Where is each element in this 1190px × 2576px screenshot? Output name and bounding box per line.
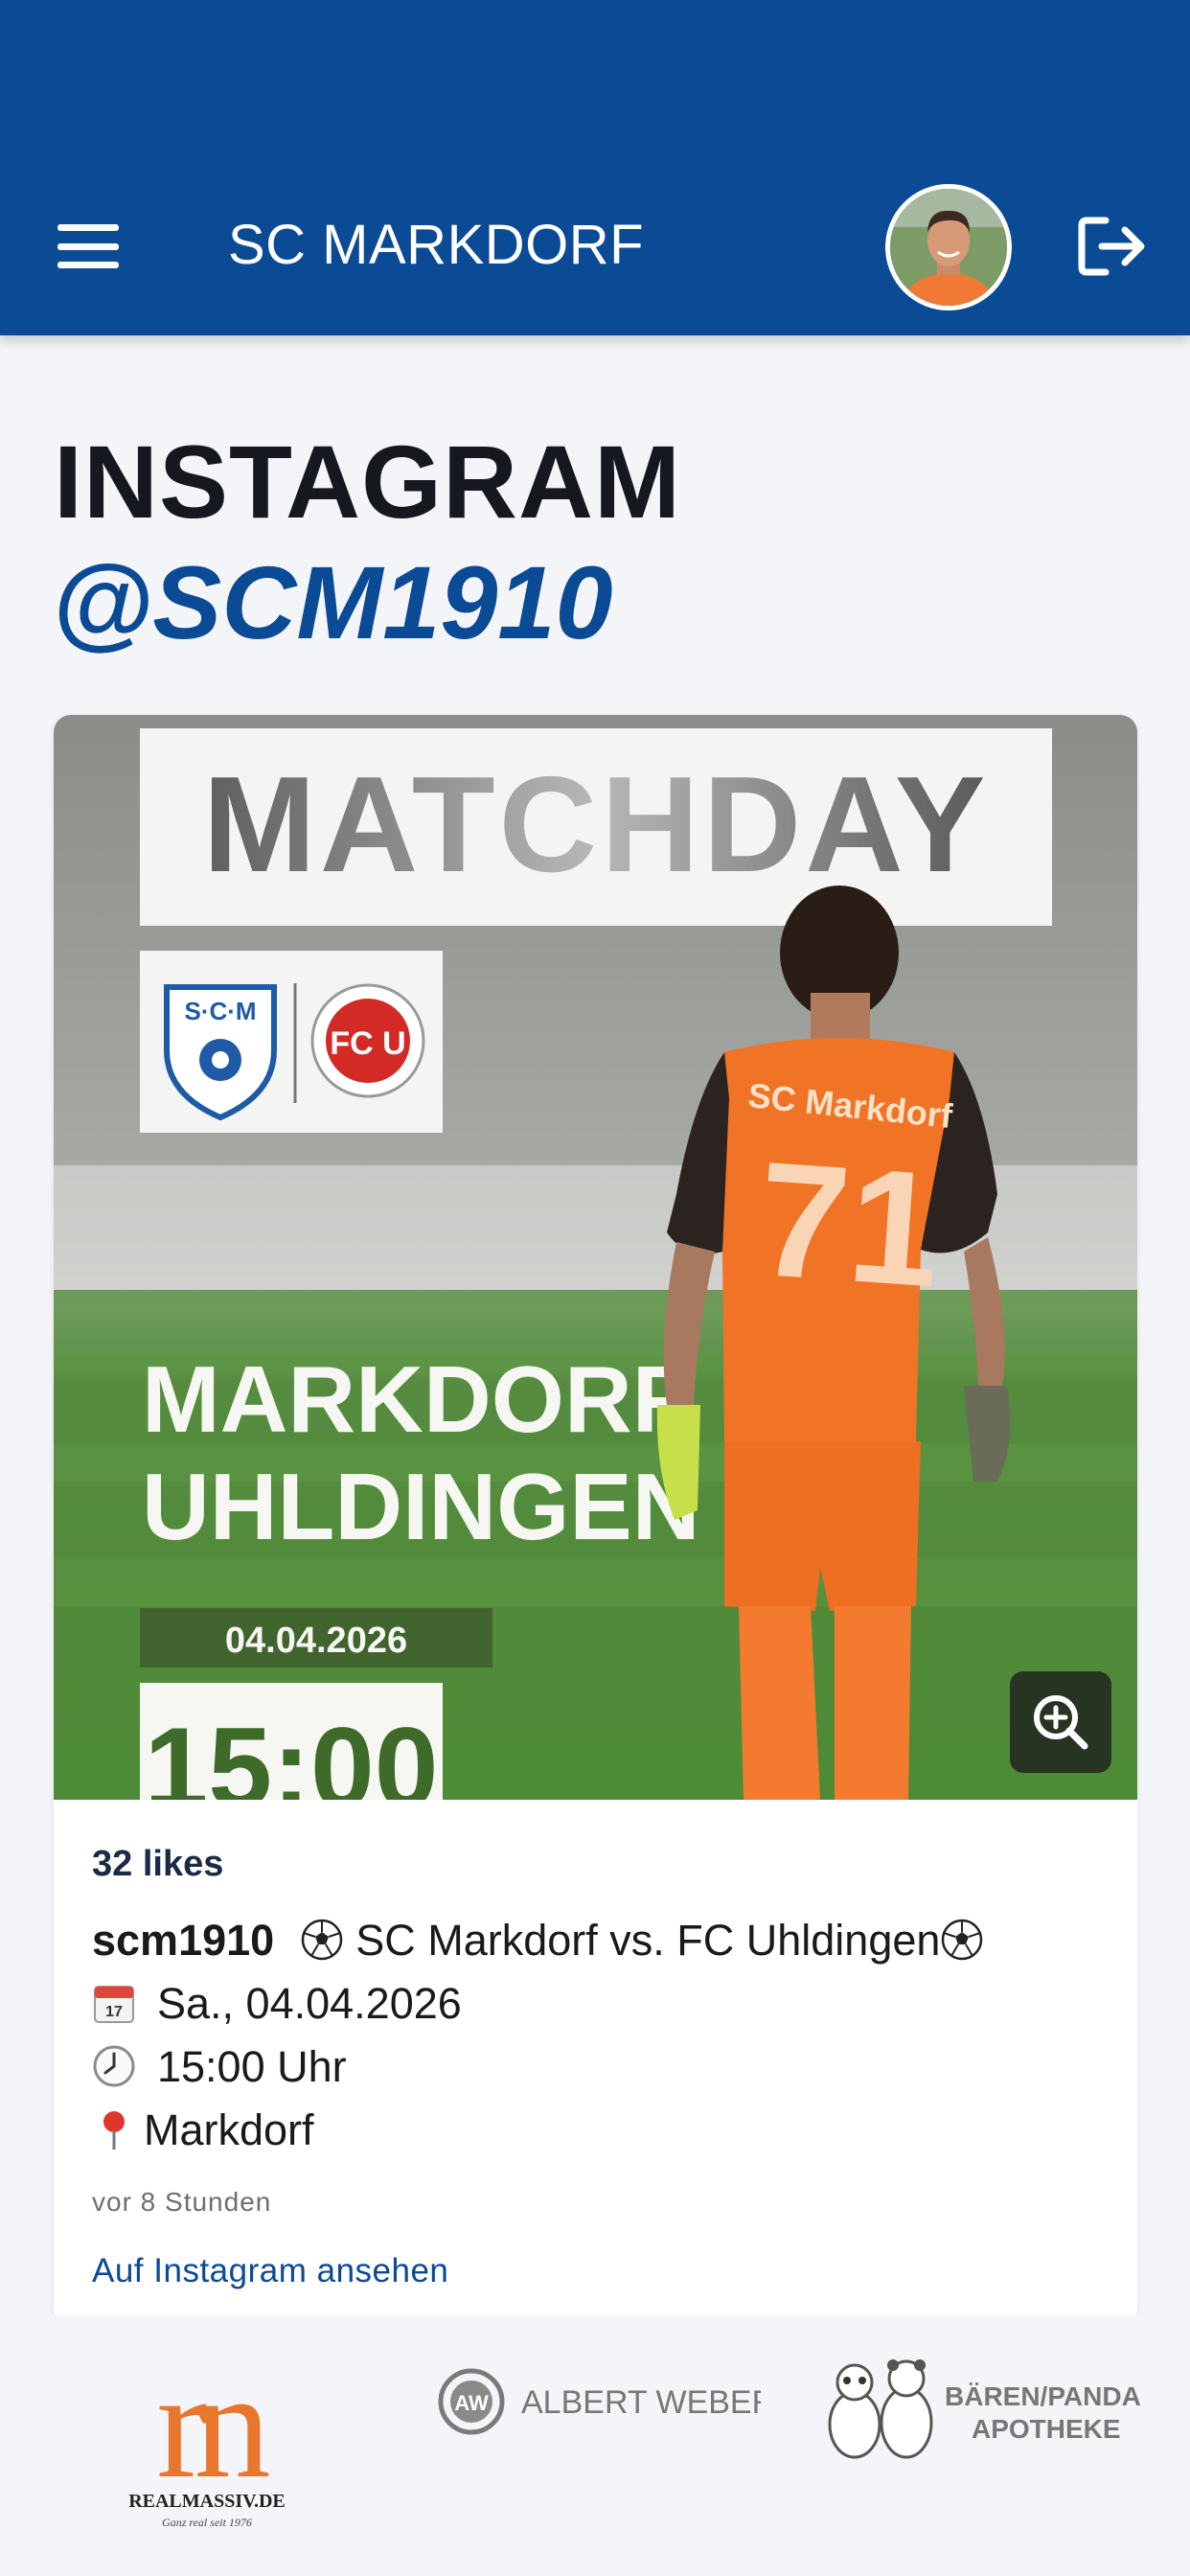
sponsor-albert-weber-name: ALBERT WEBER <box>521 2384 761 2421</box>
likes-count: 32 likes <box>92 1844 224 1884</box>
calendar-icon: 17 <box>92 1979 136 2023</box>
post-caption: scm1910 SC Markdorf vs. FC Uhldingen 17 … <box>92 1909 1108 2162</box>
sponsor-baeren-panda-line1: BÄREN/PANDA <box>945 2381 1141 2411</box>
sponsor-realmassiv-tagline: Ganz real seit 1976 <box>162 2516 252 2529</box>
caption-location-line: Markdorf <box>92 2099 1108 2162</box>
app-title: SC MARKDORF <box>228 214 645 276</box>
post-username: scm1910 <box>92 1916 275 1965</box>
location-pin-icon <box>92 2105 136 2150</box>
instagram-handle: @SCM1910 <box>52 544 613 660</box>
svg-text:17: 17 <box>105 2004 123 2020</box>
sponsor-albert-weber-logo[interactable]: AW ALBERT WEBER <box>435 2363 775 2440</box>
soccer-ball-icon <box>300 1916 344 1961</box>
instagram-post-card: MATCHDAY S·C·M FC U MARKDORF UHLDINGEN 0… <box>54 715 1137 2325</box>
post-image[interactable]: MATCHDAY S·C·M FC U MARKDORF UHLDINGEN 0… <box>54 715 1137 1800</box>
sponsor-bar: rn REALMASSIV.DE Ganz real seit 1976 AW … <box>0 2315 1190 2576</box>
matchday-banner-text: MATCHDAY <box>203 748 990 901</box>
caption-time: 15:00 Uhr <box>157 2042 347 2091</box>
soccer-ball-icon <box>940 1916 984 1961</box>
view-on-instagram-link[interactable]: Auf Instagram ansehen <box>92 2252 448 2290</box>
jersey-number: 71 <box>752 1128 946 1322</box>
page-title: INSTAGRAM <box>54 424 681 540</box>
team-away-text: UHLDINGEN <box>142 1454 700 1559</box>
sponsor-baeren-panda-line2: APOTHEKE <box>972 2414 1121 2444</box>
team-home-text: MARKDORF <box>142 1346 690 1452</box>
sponsor-realmassiv-logo[interactable]: rn REALMASSIV.DE Ganz real seit 1976 <box>111 2339 303 2536</box>
caption-title: SC Markdorf vs. FC Uhldingen <box>343 1916 941 1965</box>
sponsor-realmassiv-name: REALMASSIV.DE <box>128 2491 286 2512</box>
clock-icon <box>92 2042 136 2087</box>
caption-location: Markdorf <box>144 2105 314 2154</box>
caption-date-line: 17 Sa., 04.04.2026 <box>92 1972 1108 2036</box>
hamburger-menu-icon[interactable] <box>57 224 119 268</box>
sponsor-baeren-panda-logo[interactable]: BÄREN/PANDA APOTHEKE <box>822 2358 1148 2472</box>
app-header: SC MARKDORF <box>0 0 1190 335</box>
svg-text:rn: rn <box>156 2363 268 2510</box>
caption-title-line: scm1910 SC Markdorf vs. FC Uhldingen <box>92 1909 1108 1972</box>
caption-time-line: 15:00 Uhr <box>92 2036 1108 2099</box>
zoom-in-icon[interactable] <box>1010 1671 1111 1773</box>
caption-date: Sa., 04.04.2026 <box>157 1979 462 2028</box>
crest-home-text: S·C·M <box>184 997 256 1025</box>
sponsor-albert-weber-mark: AW <box>454 2391 489 2415</box>
post-time-ago: vor 8 Stunden <box>92 2187 272 2217</box>
match-time-text: 15:00 <box>145 1704 439 1800</box>
crest-away-text: FC U <box>330 1025 405 1062</box>
logout-icon[interactable] <box>1077 215 1148 278</box>
avatar[interactable] <box>885 184 1012 310</box>
match-date-text: 04.04.2026 <box>225 1621 407 1661</box>
